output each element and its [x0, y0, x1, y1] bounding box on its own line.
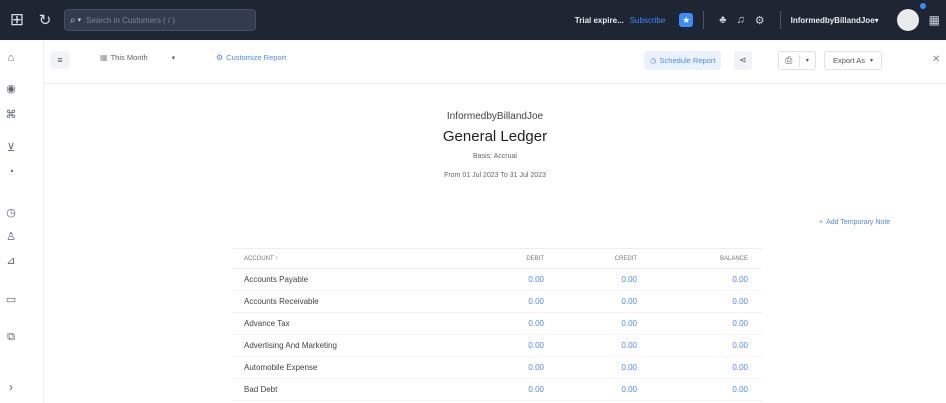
account-name[interactable]: Automobile Expense	[232, 356, 494, 379]
ledger-table: ACCOUNT ↑ DEBIT CREDIT BALANCE Accounts …	[232, 248, 762, 401]
account-name[interactable]: Advance Tax	[232, 312, 494, 335]
org-switcher[interactable]: InformedbyBillandJoe▾	[791, 16, 879, 25]
table-row: Advance Tax 0.00 0.00 0.00	[232, 312, 762, 335]
schedule-report-button[interactable]: ◷ Schedule Report	[644, 51, 722, 70]
balance-value[interactable]: 0.00	[651, 312, 762, 335]
table-row: Accounts Receivable 0.00 0.00 0.00	[232, 290, 762, 313]
share-icon[interactable]: ⋖	[734, 51, 752, 70]
export-button[interactable]: Export As ▾	[824, 51, 882, 70]
search-icon[interactable]: ⌕	[70, 15, 76, 26]
credit-value[interactable]: 0.00	[558, 290, 651, 313]
column-header-account[interactable]: ACCOUNT ↑	[232, 248, 494, 269]
chevron-down-icon: ▾	[874, 15, 879, 25]
column-header-credit: CREDIT	[558, 248, 651, 269]
subscribe-link[interactable]: Subscribe	[630, 16, 666, 25]
credit-value[interactable]: 0.00	[558, 268, 651, 291]
expand-sidebar-icon[interactable]: ›	[0, 380, 22, 394]
divider	[779, 11, 781, 29]
purchases-bag-icon[interactable]: ◔	[0, 166, 22, 178]
table-header-row: ACCOUNT ↑ DEBIT CREDIT BALANCE	[232, 248, 762, 269]
report-toolbar: ≡ ▦ This Month ▾ ⚙ Customize Report ◷ Sc…	[44, 40, 946, 84]
apps-grid-icon[interactable]: ▦	[929, 13, 940, 27]
top-bar: ⊞ ↻ ⌕ ▾ Trial expire... Subscribe ★ ♣ ♫ …	[0, 0, 946, 40]
left-sidebar: ⌂ ◉ ⌘ ⊻ ◔ ◷ ♙ ⊿ ▭ ⧉ ›	[0, 40, 44, 403]
trial-expiry-text: Trial expire...	[574, 15, 624, 25]
accountant-icon[interactable]: ♙	[0, 230, 22, 243]
customize-report-link[interactable]: ⚙ Customize Report	[216, 53, 286, 62]
credit-value[interactable]: 0.00	[558, 312, 651, 335]
plus-icon: +	[819, 219, 824, 226]
avatar[interactable]	[896, 9, 919, 31]
printer-icon: ⎙	[785, 55, 793, 65]
table-row: Advertising And Marketing 0.00 0.00 0.00	[232, 334, 762, 357]
export-label: Export As	[832, 56, 866, 65]
report-basis: Basis: Accrual	[473, 153, 517, 160]
chevron-down-icon[interactable]: ▾	[78, 16, 82, 24]
refresh-icon[interactable]: ↻	[34, 11, 56, 29]
chevron-down-icon: ▾	[171, 54, 176, 62]
config-icon[interactable]: ⧉	[0, 331, 22, 344]
balance-value[interactable]: 0.00	[651, 334, 762, 357]
chevron-down-icon: ▾	[870, 58, 874, 64]
gear-icon[interactable]: ⚙	[755, 14, 765, 27]
period-select[interactable]: ▦ This Month ▾	[100, 53, 175, 62]
reports-icon[interactable]: ⊿	[0, 254, 22, 267]
divider	[798, 54, 800, 67]
account-name[interactable]: Accounts Receivable	[232, 290, 494, 313]
search-input[interactable]	[86, 15, 237, 25]
menu-icon[interactable]: ≡	[50, 51, 70, 69]
gift-icon[interactable]: ★	[679, 13, 694, 27]
chevron-down-icon[interactable]: ▾	[806, 57, 809, 64]
cart-icon[interactable]: ⊻	[0, 141, 22, 154]
credit-value[interactable]: 0.00	[558, 378, 651, 401]
calendar-icon: ▦	[100, 53, 108, 62]
documents-icon[interactable]: ▭	[0, 293, 22, 306]
divider	[703, 11, 705, 29]
balance-value[interactable]: 0.00	[651, 290, 762, 313]
table-row: Automobile Expense 0.00 0.00 0.00	[232, 356, 762, 379]
credit-value[interactable]: 0.00	[558, 356, 651, 379]
gear-icon: ⚙	[216, 53, 224, 62]
print-button[interactable]: ⎙ ▾	[778, 51, 816, 70]
debit-value[interactable]: 0.00	[494, 268, 558, 291]
report-date-range: From 01 Jul 2023 To 31 Jul 2023	[444, 172, 546, 179]
bank-icon[interactable]: ⌘	[0, 108, 22, 121]
table-row: Accounts Payable 0.00 0.00 0.00	[232, 268, 762, 291]
account-name[interactable]: Accounts Payable	[232, 268, 494, 291]
search-box[interactable]: ⌕ ▾	[64, 9, 256, 31]
debit-value[interactable]: 0.00	[494, 312, 558, 335]
column-header-debit: DEBIT	[494, 248, 558, 269]
add-note-label: Add Temporary Note	[826, 219, 891, 226]
close-icon[interactable]: ✕	[932, 54, 940, 65]
add-temporary-note-link[interactable]: + Add Temporary Note	[819, 219, 890, 226]
debit-value[interactable]: 0.00	[494, 290, 558, 313]
account-name[interactable]: Bad Debt	[232, 378, 494, 401]
balance-value[interactable]: 0.00	[651, 378, 762, 401]
column-header-balance: BALANCE	[651, 248, 762, 269]
org-name: InformedbyBillandJoe	[790, 15, 875, 25]
home-icon[interactable]: ⌂	[0, 52, 22, 64]
items-icon[interactable]: ◉	[0, 82, 22, 95]
app-logo-icon[interactable]: ⊞	[0, 0, 34, 40]
table-row: Bad Debt 0.00 0.00 0.00	[232, 378, 762, 401]
people-icon[interactable]: ♣	[719, 14, 726, 26]
schedule-label: Schedule Report	[659, 56, 716, 65]
bell-icon[interactable]: ♫	[737, 14, 745, 26]
clock-icon: ◷	[650, 56, 657, 65]
report-org-name: InformedbyBillandJoe	[446, 111, 544, 122]
credit-value[interactable]: 0.00	[558, 334, 651, 357]
period-label: This Month	[110, 53, 148, 62]
balance-value[interactable]: 0.00	[651, 356, 762, 379]
customize-label: Customize Report	[226, 53, 287, 62]
account-name[interactable]: Advertising And Marketing	[232, 334, 494, 357]
debit-value[interactable]: 0.00	[494, 378, 558, 401]
notification-dot	[920, 3, 926, 9]
debit-value[interactable]: 0.00	[494, 356, 558, 379]
time-icon[interactable]: ◷	[0, 206, 22, 219]
debit-value[interactable]: 0.00	[494, 334, 558, 357]
report-title: General Ledger	[442, 128, 548, 145]
balance-value[interactable]: 0.00	[651, 268, 762, 291]
